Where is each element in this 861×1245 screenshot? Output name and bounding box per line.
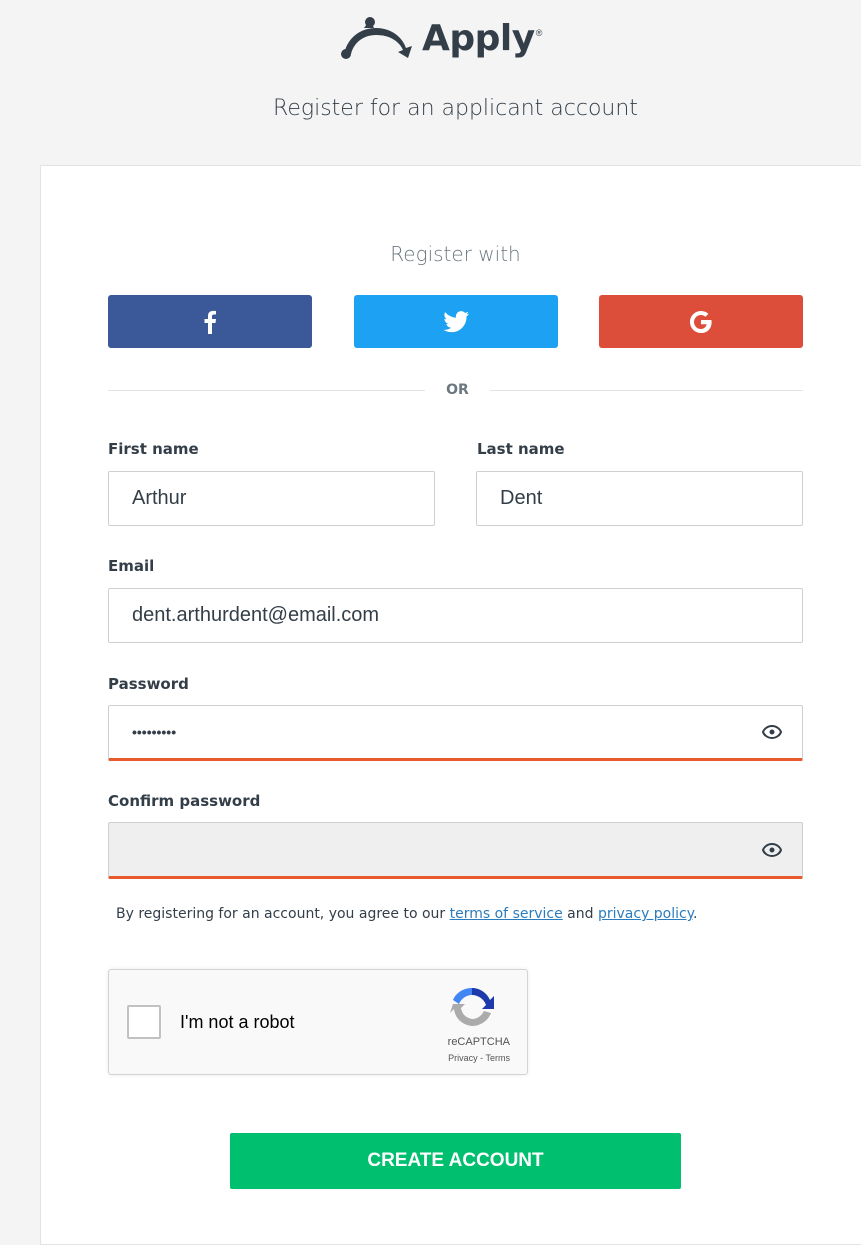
google-icon [690,310,712,333]
eye-icon[interactable] [762,725,782,739]
email-value: dent.arthurdent@email.com [132,604,380,626]
password-input[interactable]: ••••••••• [108,705,803,761]
apply-logo[interactable]: Apply ® [340,8,542,68]
recaptcha-brand: reCAPTCHA [447,1036,510,1048]
first-name-value: Arthur [132,487,187,509]
confirm-password-label: Confirm password [108,792,261,810]
agreement-prefix: By registering for an account, you agree… [116,906,450,922]
apply-logo-icon [341,17,412,59]
last-name-value: Dent [500,487,543,509]
terms-of-service-link[interactable]: terms of service [450,906,563,922]
registered-mark: ® [535,28,543,38]
last-name-input[interactable]: Dent [476,471,803,526]
last-name-label: Last name [477,440,565,458]
recaptcha-label: I'm not a robot [180,1012,295,1032]
first-name-input[interactable]: Arthur [108,471,435,526]
page-header: Apply ® Register for an applicant accoun… [0,0,861,165]
register-with-heading: Register with [390,242,521,266]
divider-left [108,390,425,391]
password-label: Password [108,675,189,693]
twitter-button[interactable] [354,295,558,348]
recaptcha-checkbox[interactable] [127,1005,161,1039]
recaptcha-widget: I'm not a robot reCAPTCHA Privacy - Term… [108,969,528,1075]
first-name-label: First name [108,440,199,458]
email-label: Email [108,557,155,575]
confirm-password-input[interactable] [108,822,803,879]
or-divider-text: OR [446,382,469,398]
page-subtitle: Register for an applicant account [273,96,638,121]
agreement-suffix: . [693,906,698,922]
facebook-button[interactable] [108,295,312,348]
recaptcha-links: Privacy - Terms [448,1053,510,1063]
terms-agreement-text: By registering for an account, you agree… [116,906,697,922]
password-value: ••••••••• [132,724,177,740]
agreement-middle: and [562,906,598,922]
create-account-button[interactable]: CREATE ACCOUNT [230,1133,681,1189]
twitter-icon [443,310,469,332]
recaptcha-separator: - [477,1053,486,1063]
logo-text: Apply [422,17,535,59]
google-button[interactable] [599,295,803,348]
divider-right [490,390,803,391]
email-input[interactable]: dent.arthurdent@email.com [108,588,803,643]
eye-icon[interactable] [762,842,782,857]
recaptcha-terms-link[interactable]: Terms [486,1053,511,1063]
privacy-policy-link[interactable]: privacy policy [598,906,693,922]
recaptcha-logo-icon [450,988,494,1026]
recaptcha-privacy-link[interactable]: Privacy [448,1053,478,1063]
facebook-icon [204,310,216,334]
